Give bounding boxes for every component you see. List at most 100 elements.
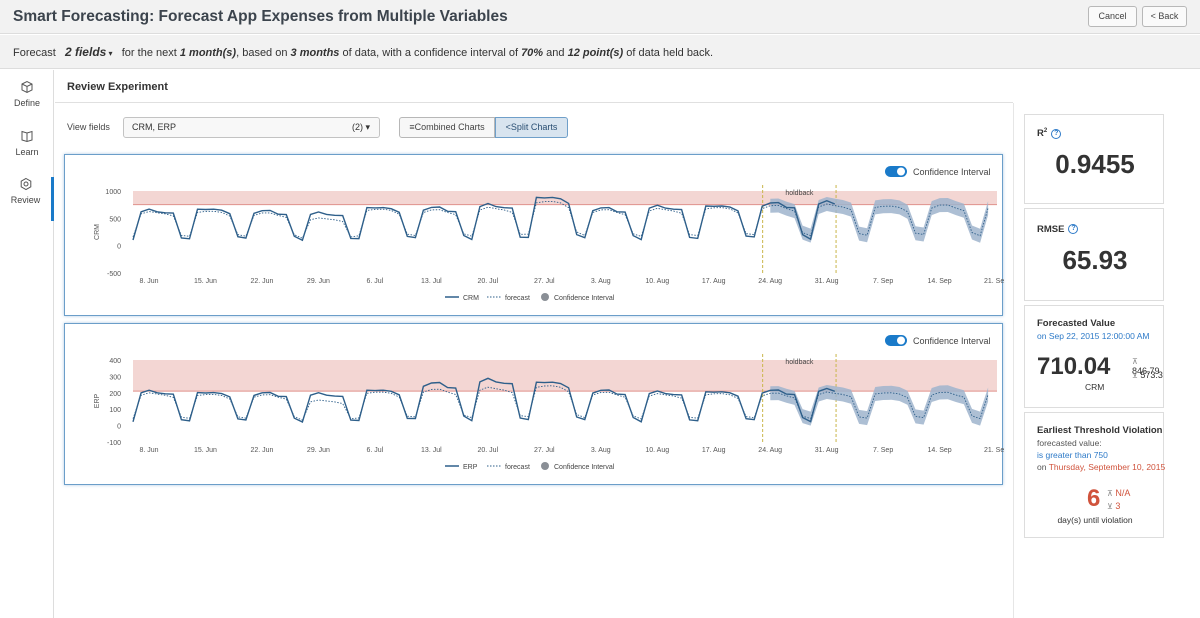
x-tick-label: 21. Sep — [984, 447, 1004, 454]
forecast-field: CRM — [1085, 382, 1105, 392]
r2-value: 0.9455 — [1055, 149, 1135, 179]
summary-text-5: of data held back. — [626, 47, 714, 59]
x-tick-label: 8. Jun — [139, 447, 158, 454]
erp-chart-panel: Confidence Interval 400 300 200 100 0 -100 ERP 8… — [64, 323, 1004, 485]
legend-ci-swatch — [541, 293, 549, 301]
x-tick-label: 10. Aug — [645, 278, 669, 285]
x-tick-label: 29. Jun — [307, 278, 330, 285]
forecast-value: 710.04 — [1037, 353, 1111, 380]
view-fields-count: (2) ▾ — [351, 122, 370, 132]
toggle-knob — [897, 336, 905, 345]
sidebar-item-learn[interactable]: Learn — [0, 129, 54, 173]
sidebar-item-define[interactable]: Define — [0, 80, 54, 124]
x-tick-label: 3. Aug — [591, 447, 611, 454]
sidebar-item-review[interactable]: Review — [0, 177, 54, 221]
x-tick-label: 3. Aug — [591, 278, 611, 285]
x-tick-label: 7. Sep — [873, 278, 893, 285]
y-tick-label: 100 — [109, 407, 121, 414]
book-icon — [21, 130, 33, 143]
y-tick-label: -500 — [107, 271, 121, 278]
lower-bound-icon: ⊻ — [1132, 371, 1138, 380]
holdback-label: holdback — [785, 359, 814, 366]
view-fields-label: View fields — [67, 122, 110, 132]
threshold-band — [133, 191, 997, 205]
review-title: Review Experiment — [67, 81, 168, 93]
legend-ci-label: Confidence Interval — [554, 464, 615, 471]
x-tick-label: 15. Jun — [194, 447, 217, 454]
violation-date-line: on Thursday, September 10, 2015 — [1037, 462, 1166, 472]
y-tick-label: 400 — [109, 358, 121, 365]
metrics-column: R2? 0.9455 RMSE? 65.93 Forecasted Value … — [1013, 103, 1200, 618]
forecasted-value-card: Forecasted Value on Sep 22, 2015 12:00:0… — [1024, 305, 1164, 408]
split-charts-button[interactable]: <Split Charts — [495, 117, 568, 138]
x-tick-label: 6. Jul — [367, 278, 384, 285]
combined-charts-button[interactable]: ≡Combined Charts — [399, 117, 495, 138]
y-tick-label: 500 — [109, 216, 121, 223]
y-axis-label: ERP — [94, 393, 101, 408]
upper-bound-icon: ⊼ — [1132, 357, 1138, 366]
x-tick-label: 13. Jul — [421, 278, 442, 285]
back-button[interactable]: < Back — [1142, 6, 1187, 27]
summary-prefix: Forecast — [13, 47, 56, 59]
violation-upper: ⊼ N/A — [1107, 488, 1131, 498]
x-tick-label: 17. Aug — [702, 278, 726, 285]
forecast-summary: Forecast 2 fields ▾ for the next 1 month… — [0, 35, 1200, 69]
violation-caption: day(s) until violation — [1057, 515, 1133, 525]
summary-text-3: of data, with a confidence interval of — [342, 47, 519, 59]
x-tick-label: 24. Aug — [758, 447, 782, 454]
rmse-card: RMSE? 65.93 — [1024, 208, 1164, 301]
violation-label: Earliest Threshold Violation — [1037, 425, 1163, 436]
x-tick-label: 15. Jun — [194, 278, 217, 285]
erp-chart: Confidence Interval 400 300 200 100 0 -100 ERP 8… — [94, 335, 1004, 471]
legend-series-label: ERP — [463, 464, 478, 471]
summary-text-4: and — [546, 47, 565, 59]
x-tick-label: 6. Jul — [367, 447, 384, 454]
rmse-value: 65.93 — [1062, 245, 1128, 275]
forecast-date: on Sep 22, 2015 12:00:00 AM — [1037, 331, 1150, 341]
violation-date: Thursday, September 10, 2015 — [1048, 462, 1166, 472]
legend-ci-label: Confidence Interval — [554, 295, 615, 302]
x-tick-label: 21. Sep — [984, 278, 1004, 285]
summary-holdback: 12 point(s) — [567, 47, 624, 59]
violation-text-2: is greater than 750 — [1037, 450, 1108, 460]
x-tick-label: 27. Jul — [534, 447, 555, 454]
chevron-down-icon[interactable]: ▾ — [106, 49, 113, 58]
upper-bound-icon: ⊼ — [1107, 489, 1113, 498]
x-tick-label: 17. Aug — [702, 447, 726, 454]
x-tick-label: 22. Jun — [250, 278, 273, 285]
y-tick-label: 0 — [117, 244, 121, 251]
x-tick-label: 31. Aug — [815, 278, 839, 285]
x-tick-label: 14. Sep — [928, 278, 952, 285]
help-icon[interactable]: ? — [1068, 224, 1079, 235]
y-tick-label: 0 — [117, 424, 121, 431]
help-icon[interactable]: ? — [1051, 128, 1062, 139]
crm-chart: Confidence Interval 1000 500 0 -500 CRM 8. Jun… — [94, 166, 1004, 302]
fields-dropdown[interactable]: 2 fields — [65, 45, 106, 59]
violation-lower: ⊻ 3 — [1107, 501, 1121, 511]
legend-forecast-label: forecast — [505, 464, 530, 471]
rmse-label: RMSE? — [1037, 224, 1079, 235]
x-tick-label: 20. Jul — [478, 447, 499, 454]
combined-charts-label: Combined Charts — [414, 122, 485, 132]
x-tick-label: 24. Aug — [758, 278, 782, 285]
toggle-knob — [897, 167, 905, 176]
toggle-label: Confidence Interval — [913, 167, 991, 177]
x-tick-label: 14. Sep — [928, 447, 952, 454]
cancel-button[interactable]: Cancel — [1088, 6, 1137, 27]
x-tick-label: 31. Aug — [815, 447, 839, 454]
summary-confidence: 70% — [521, 47, 544, 59]
x-tick-label: 27. Jul — [534, 278, 555, 285]
top-header: Smart Forecasting: Forecast App Expenses… — [0, 0, 1200, 34]
summary-text-1: for the next — [121, 47, 177, 59]
box-icon — [21, 80, 33, 94]
x-tick-label: 13. Jul — [421, 447, 442, 454]
view-fields-select[interactable]: CRM, ERP (2) ▾ — [123, 117, 380, 138]
r2-label: R2? — [1037, 128, 1062, 139]
x-tick-label: 8. Jun — [139, 278, 158, 285]
summary-horizon: 1 month(s) — [179, 47, 237, 59]
x-tick-label: 20. Jul — [478, 278, 499, 285]
sidebar-item-label: Define — [13, 98, 40, 108]
x-tick-label: 7. Sep — [873, 447, 893, 454]
forecast-lower: ⊻ 573.3 — [1132, 370, 1163, 380]
legend-ci-swatch — [541, 462, 549, 470]
